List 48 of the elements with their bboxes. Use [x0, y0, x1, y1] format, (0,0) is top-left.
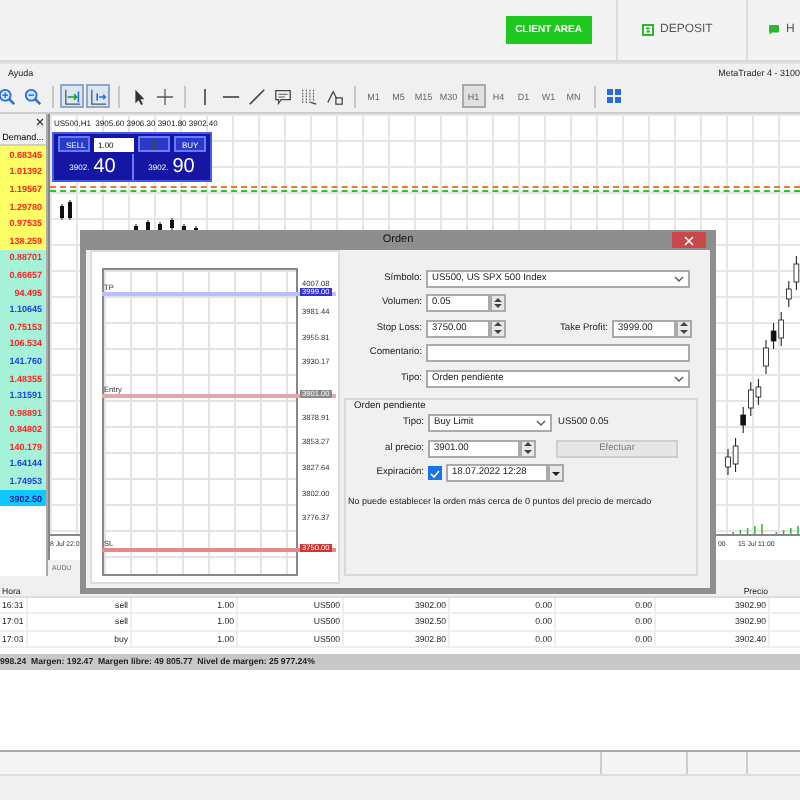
down-arrow-icon — [524, 449, 532, 454]
ask-price-pips: 90 — [172, 156, 195, 178]
striped-lines-button[interactable] — [296, 84, 320, 108]
close-button[interactable] — [672, 232, 706, 248]
arrow-to-bar-button[interactable] — [60, 84, 84, 108]
chat-bubble-icon — [768, 24, 780, 36]
down-arrow-icon — [150, 145, 158, 149]
zoom-in-icon — [0, 87, 15, 105]
arrow-to-bar-icon — [63, 87, 81, 105]
down-arrow-icon — [494, 329, 502, 334]
cursor-icon — [129, 87, 147, 105]
up-arrow-icon — [494, 322, 502, 327]
spin-button[interactable] — [490, 319, 506, 337]
dollar-square-icon — [642, 24, 654, 36]
grid-icon — [605, 88, 621, 104]
expiry-checkbox[interactable] — [428, 466, 442, 480]
close-icon — [684, 235, 694, 245]
up-arrow-icon — [494, 297, 502, 302]
chevron-down-icon — [536, 420, 546, 426]
spin-button[interactable] — [520, 439, 536, 457]
grid-button[interactable] — [601, 84, 625, 108]
comment-field[interactable] — [426, 344, 690, 362]
down-arrow-icon — [494, 304, 502, 309]
up-arrow-icon — [680, 322, 688, 327]
zoom-out-button[interactable] — [20, 84, 44, 108]
close-icon — [36, 117, 44, 125]
striped-lines-icon — [299, 87, 317, 105]
bid-price-pips: 40 — [93, 156, 116, 178]
down-arrow-icon — [680, 329, 688, 334]
speech-bubble-button[interactable] — [270, 84, 294, 108]
diagonal-line-button[interactable] — [244, 84, 268, 108]
checkmark-icon — [430, 469, 440, 477]
date-dropdown-button[interactable] — [548, 464, 564, 482]
speech-bubble-icon — [273, 87, 291, 105]
crosshair-icon — [155, 87, 173, 105]
shapes-icon — [325, 87, 343, 105]
chevron-down-icon — [674, 275, 684, 281]
bar-arrow-button[interactable] — [86, 84, 110, 108]
spin-button[interactable] — [676, 319, 692, 337]
spin-button[interactable] — [490, 294, 506, 312]
chevron-down-icon — [674, 375, 684, 381]
zoom-out-icon — [23, 87, 41, 105]
crosshair-button[interactable] — [152, 84, 176, 108]
zoom-in-button[interactable] — [0, 84, 18, 108]
up-arrow-icon — [524, 442, 532, 447]
up-arrow-icon — [150, 139, 158, 143]
bar-arrow-icon — [89, 87, 107, 105]
diagonal-line-icon — [247, 87, 265, 105]
